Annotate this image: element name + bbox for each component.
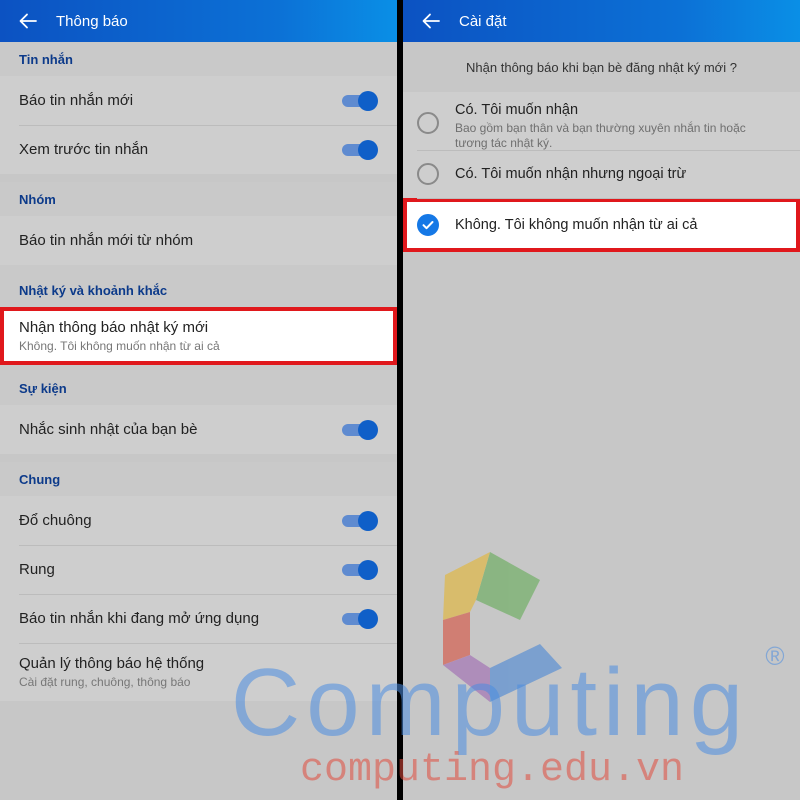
option-yes-except[interactable]: Có. Tôi muốn nhận nhưng ngoại trừ (403, 150, 800, 198)
question-text: Nhận thông báo khi bạn bè đăng nhật ký m… (466, 59, 737, 75)
general-card: Đổ chuông Rung Báo tin nhắn khi đang mở … (0, 496, 397, 701)
section-header-groups: Nhóm (0, 182, 397, 216)
back-button[interactable] (0, 11, 56, 31)
radio-unchecked[interactable] (417, 163, 439, 185)
section-header-timeline: Nhật ký và khoảnh khắc (0, 265, 397, 307)
setting-title: Báo tin nhắn khi đang mở ứng dụng (19, 610, 260, 627)
toggle-switch[interactable] (342, 90, 378, 112)
radio-unchecked[interactable] (417, 112, 439, 134)
setting-subtitle: Cài đặt rung, chuông, thông báo (19, 675, 191, 689)
check-icon (422, 221, 434, 230)
options-list: Có. Tôi muốn nhận Bao gồm bạn thân và bạ… (403, 92, 800, 252)
setting-title: Xem trước tin nhắn (19, 141, 149, 158)
setting-subtitle: Không. Tôi không muốn nhận từ ai cả (19, 339, 220, 353)
timeline-card: Nhận thông báo nhật ký mới Không. Tôi kh… (0, 307, 397, 365)
radio-checked[interactable] (417, 214, 439, 236)
setting-in-app-alert[interactable]: Báo tin nhắn khi đang mở ứng dụng (0, 594, 397, 643)
setting-title: Báo tin nhắn mới (19, 92, 134, 109)
setting-title: Nhận thông báo nhật ký mới (19, 319, 209, 336)
toggle-switch[interactable] (342, 510, 378, 532)
option-subtitle: Bao gồm bạn thân và bạn thường xuyên nhắ… (455, 121, 746, 150)
setting-system-notifications[interactable]: Quản lý thông báo hệ thống Cài đặt rung,… (0, 643, 397, 701)
option-yes[interactable]: Có. Tôi muốn nhận Bao gồm bạn thân và bạ… (403, 92, 800, 150)
setting-group-message-alert[interactable]: Báo tin nhắn mới từ nhóm (0, 216, 397, 265)
setting-title: Nhắc sinh nhật của bạn bè (19, 421, 198, 438)
section-header-general: Chung (0, 462, 397, 496)
setting-birthday-reminder[interactable]: Nhắc sinh nhật của bạn bè (0, 405, 397, 454)
page-title: Thông báo (56, 12, 128, 30)
setting-timeline-notifications[interactable]: Nhận thông báo nhật ký mới Không. Tôi kh… (0, 307, 397, 365)
back-button[interactable] (403, 11, 459, 31)
messages-card: Báo tin nhắn mới Xem trước tin nhắn (0, 76, 397, 174)
groups-card: Báo tin nhắn mới từ nhóm (0, 216, 397, 265)
app-bar: Thông báo (0, 0, 397, 42)
toggle-switch[interactable] (342, 139, 378, 161)
setting-title: Rung (19, 561, 55, 578)
notifications-panel: Thông báo Tin nhắn Báo tin nhắn mới Xem … (0, 0, 397, 800)
back-arrow-icon (19, 13, 37, 29)
back-arrow-icon (422, 13, 440, 29)
toggle-switch[interactable] (342, 608, 378, 630)
section-header-events: Sự kiện (0, 365, 397, 405)
option-title: Không. Tôi không muốn nhận từ ai cả (455, 217, 698, 233)
setting-vibrate[interactable]: Rung (0, 545, 397, 594)
app-bar: Cài đặt (403, 0, 800, 42)
option-title: Có. Tôi muốn nhận nhưng ngoại trừ (455, 166, 687, 182)
setting-title: Đổ chuông (19, 512, 92, 529)
settings-panel: Cài đặt Nhận thông báo khi bạn bè đăng n… (403, 0, 800, 800)
setting-title: Quản lý thông báo hệ thống (19, 655, 205, 672)
toggle-switch[interactable] (342, 559, 378, 581)
setting-new-message-alert[interactable]: Báo tin nhắn mới (0, 76, 397, 125)
events-card: Nhắc sinh nhật của bạn bè (0, 405, 397, 454)
setting-ringtone[interactable]: Đổ chuông (0, 496, 397, 545)
setting-title: Báo tin nhắn mới từ nhóm (19, 232, 194, 249)
page-title: Cài đặt (459, 12, 507, 30)
section-header-messages: Tin nhắn (0, 42, 397, 76)
option-title: Có. Tôi muốn nhận (455, 102, 579, 118)
setting-message-preview[interactable]: Xem trước tin nhắn (0, 125, 397, 174)
toggle-switch[interactable] (342, 419, 378, 441)
option-no[interactable]: Không. Tôi không muốn nhận từ ai cả (403, 198, 800, 252)
